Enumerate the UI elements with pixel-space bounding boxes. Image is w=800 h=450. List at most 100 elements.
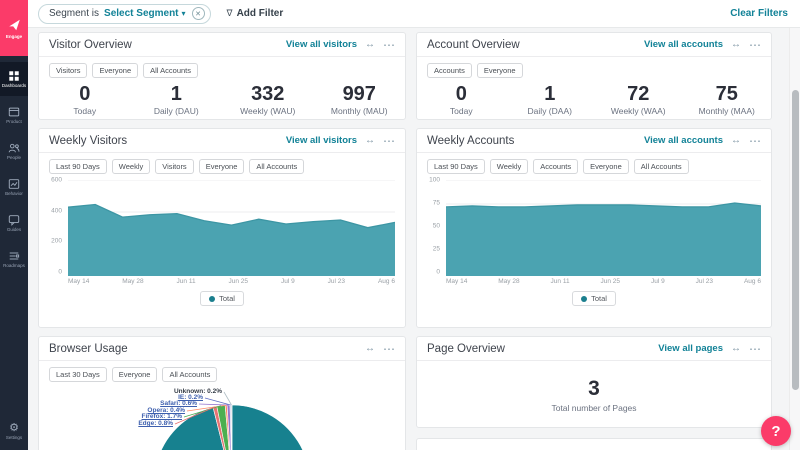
weekly-visitors-chart: 0200400600 May 14May 28Jun 11Jun 25Jul 9… (45, 180, 395, 285)
view-all-accounts-link[interactable]: View all accounts (644, 135, 723, 146)
segment-filter-pill[interactable]: Segment is Select Segment ▾ ✕ (38, 4, 211, 24)
stat-label: Weekly (WAU) (222, 106, 314, 116)
filter-pill[interactable]: Everyone (112, 367, 158, 382)
filter-pill[interactable]: All Accounts (162, 367, 217, 382)
x-axis-tick: Jul 9 (651, 278, 665, 285)
filter-pill[interactable]: Last 30 Days (49, 367, 107, 382)
expand-icon[interactable]: ↔ (365, 39, 375, 50)
y-axis-tick: 75 (433, 200, 440, 207)
roadmaps-icon (8, 250, 20, 262)
chevron-down-icon[interactable]: ▾ (182, 9, 186, 18)
pie-label-firefox[interactable]: Firefox: 1.7% (142, 413, 182, 420)
filter-pill[interactable]: Visitors (155, 159, 193, 174)
scrollbar-track[interactable] (789, 28, 800, 450)
behavior-icon (8, 178, 20, 190)
legend-dot-icon (209, 296, 215, 302)
filter-pills-row: Visitors Everyone All Accounts (39, 57, 405, 80)
more-menu-icon[interactable]: ⋯ (383, 41, 395, 49)
segment-label: Segment is (49, 8, 99, 19)
x-axis-tick: Aug 6 (744, 278, 761, 285)
sidebar-item-label: Dashboards (2, 83, 26, 88)
pie-label-safari[interactable]: Safari: 0.6% (160, 400, 197, 407)
y-axis-tick: 50 (433, 223, 440, 230)
card-title: Weekly Visitors (49, 135, 127, 147)
sidebar-item-behavior[interactable]: Behavior (0, 170, 28, 204)
filter-pill[interactable]: Everyone (583, 159, 629, 174)
stat: 0Today (417, 83, 506, 116)
stat-value: 332 (222, 83, 314, 105)
sidebar-item-product[interactable]: Product (0, 98, 28, 132)
more-menu-icon[interactable]: ⋯ (383, 345, 395, 353)
add-filter-label: Add Filter (237, 8, 284, 19)
clear-filters-link[interactable]: Clear Filters (730, 8, 788, 19)
stat-label: Daily (DAA) (506, 106, 595, 116)
legend-total[interactable]: Total (572, 291, 616, 306)
filter-pill[interactable]: All Accounts (634, 159, 689, 174)
filter-pill[interactable]: Weekly (112, 159, 150, 174)
people-icon (8, 142, 20, 154)
sidebar-item-label: People (7, 155, 21, 160)
x-axis-tick: Jul 23 (328, 278, 345, 285)
add-filter-button[interactable]: ∇ Add Filter (227, 8, 284, 19)
more-menu-icon[interactable]: ⋯ (383, 137, 395, 145)
stat-label: Monthly (MAU) (314, 106, 406, 116)
filter-funnel-icon: ∇ (227, 8, 233, 19)
filter-pill[interactable]: Last 90 Days (49, 159, 107, 174)
segment-clear-button[interactable]: ✕ (192, 7, 205, 20)
engage-logo-label: Engage (6, 34, 22, 39)
view-all-pages-link[interactable]: View all pages (658, 343, 723, 354)
gear-icon: ⚙ (9, 423, 19, 434)
x-axis-tick: Jun 25 (229, 278, 249, 285)
engage-arrow-icon (7, 18, 22, 32)
y-axis-tick: 25 (433, 246, 440, 253)
segment-select[interactable]: Select Segment (104, 8, 178, 19)
expand-icon[interactable]: ↔ (731, 39, 741, 50)
view-all-accounts-link[interactable]: View all accounts (644, 39, 723, 50)
more-menu-icon[interactable]: ⋯ (749, 137, 761, 145)
card-title: Visitor Overview (49, 39, 132, 51)
sidebar-item-guides[interactable]: Guides (0, 206, 28, 240)
filter-topbar: Segment is Select Segment ▾ ✕ ∇ Add Filt… (28, 0, 800, 28)
filter-pill[interactable]: Everyone (477, 63, 523, 78)
expand-icon[interactable]: ↔ (731, 135, 741, 146)
expand-icon[interactable]: ↔ (365, 135, 375, 146)
sidebar-item-roadmaps[interactable]: Roadmaps (0, 242, 28, 276)
expand-icon[interactable]: ↔ (731, 343, 741, 354)
card-title: Page Overview (427, 343, 505, 355)
stats-row: 0Today1Daily (DAA)72Weekly (WAA)75Monthl… (417, 83, 771, 116)
more-menu-icon[interactable]: ⋯ (749, 41, 761, 49)
stat-label: Today (39, 106, 131, 116)
browser-usage-pie: Unknown: 0.2%IE: 0.2%Safari: 0.6%Opera: … (51, 384, 393, 450)
filter-pill[interactable]: Everyone (199, 159, 245, 174)
filter-pills-row: Last 90 Days Weekly Accounts Everyone All Ac… (417, 153, 771, 176)
sidebar-item-people[interactable]: People (0, 134, 28, 168)
expand-icon[interactable]: ↔ (365, 343, 375, 354)
stat: 75Monthly (MAA) (683, 83, 772, 116)
y-axis-tick: 0 (58, 269, 62, 276)
filter-pill[interactable]: Everyone (92, 63, 138, 78)
scrollbar-thumb[interactable] (792, 90, 799, 390)
filter-pill[interactable]: Accounts (427, 63, 472, 78)
filter-pill[interactable]: All Accounts (249, 159, 304, 174)
sidebar-item-dashboards[interactable]: Dashboards (0, 62, 28, 96)
pie-label-edge[interactable]: Edge: 0.8% (138, 420, 173, 427)
filter-pill[interactable]: Accounts (533, 159, 578, 174)
filter-pill[interactable]: Last 90 Days (427, 159, 485, 174)
filter-pill[interactable]: Visitors (49, 63, 87, 78)
filter-pill[interactable]: Weekly (490, 159, 528, 174)
filter-pill[interactable]: All Accounts (143, 63, 198, 78)
stat: 332Weekly (WAU) (222, 83, 314, 116)
help-button[interactable]: ? (761, 416, 791, 446)
engage-logo[interactable]: Engage (0, 0, 28, 56)
y-axis: 0200400600 (45, 180, 65, 272)
stat: 997Monthly (MAU) (314, 83, 406, 116)
view-all-visitors-link[interactable]: View all visitors (286, 39, 357, 50)
y-axis-tick: 400 (51, 207, 62, 214)
sidebar-item-settings[interactable]: ⚙ Settings (0, 414, 28, 448)
more-menu-icon[interactable]: ⋯ (749, 345, 761, 353)
legend-total[interactable]: Total (200, 291, 244, 306)
x-axis: May 14May 28Jun 11Jun 25Jul 9Jul 23Aug 6 (446, 278, 761, 285)
x-axis-tick: May 28 (498, 278, 519, 285)
browser-usage-card: Browser Usage ↔ ⋯ Last 30 DaysEveryoneAl… (38, 336, 406, 450)
view-all-visitors-link[interactable]: View all visitors (286, 135, 357, 146)
